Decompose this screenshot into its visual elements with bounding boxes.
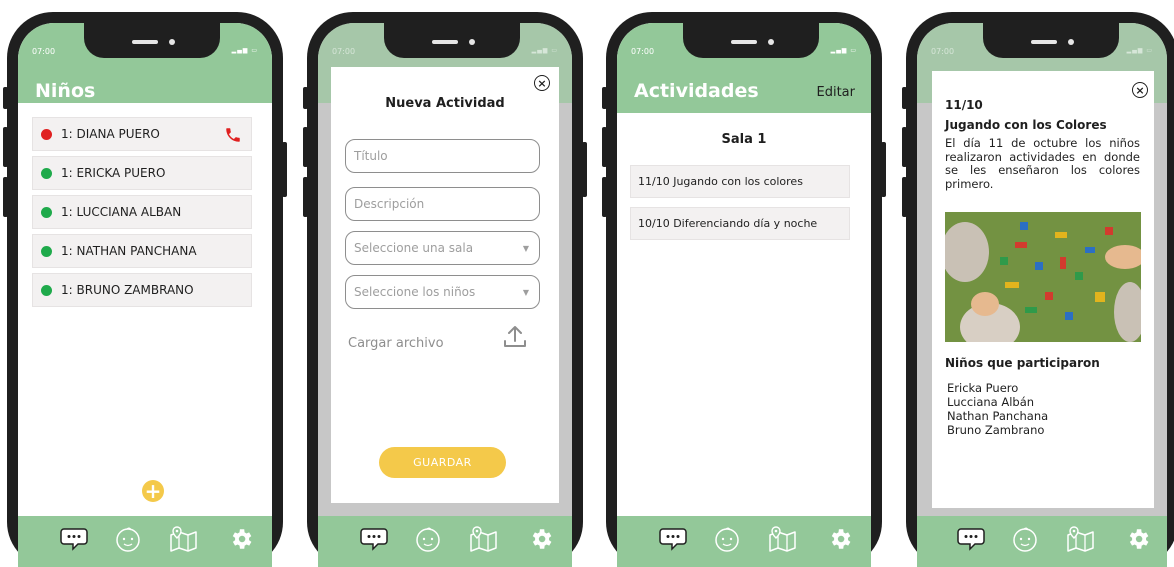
status-dot-green-icon xyxy=(41,206,52,218)
list-item-child[interactable]: 1: BRUNO ZAMBRANO xyxy=(32,273,252,307)
map-icon[interactable] xyxy=(469,524,499,554)
baby-face-icon[interactable] xyxy=(1010,524,1040,554)
add-child-button[interactable]: + xyxy=(142,480,164,502)
activity-title: Jugando con los Colores xyxy=(945,118,1107,132)
upload-icon[interactable] xyxy=(502,324,528,354)
participant-item: Ericka Puero xyxy=(947,381,1019,395)
status-time: 07:00 xyxy=(931,47,955,56)
activity-detail-card: × 11/10 Jugando con los Colores El día 1… xyxy=(932,71,1154,508)
chat-icon[interactable] xyxy=(359,524,389,554)
child-name: 1: DIANA PUERO xyxy=(61,127,160,141)
children-select-value: Seleccione los niños xyxy=(354,285,476,299)
bottom-tab-bar xyxy=(18,516,272,567)
caret-down-icon: ▼ xyxy=(522,288,529,297)
activity-date: 11/10 xyxy=(945,98,983,112)
participants-list: Ericka Puero Lucciana Albán Nathan Panch… xyxy=(947,381,1048,437)
chat-icon[interactable] xyxy=(956,524,986,554)
notch xyxy=(384,23,520,58)
participants-title: Niños que participaron xyxy=(945,356,1100,370)
child-name: 1: ERICKA PUERO xyxy=(61,166,166,180)
child-name: 1: NATHAN PANCHANA xyxy=(61,244,197,258)
bottom-tab-bar xyxy=(617,516,871,567)
signal-battery-icon: ▂▄▆ ▭ xyxy=(1126,47,1153,54)
children-select[interactable]: Seleccione los niños ▼ xyxy=(345,275,540,309)
edit-button[interactable]: Editar xyxy=(817,85,856,100)
list-item-activity[interactable]: 11/10 Jugando con los colores xyxy=(630,165,850,198)
notch xyxy=(84,23,220,58)
participant-item: Bruno Zambrano xyxy=(947,423,1045,438)
status-dot-red-icon xyxy=(41,128,52,140)
screen-ninos: 07:00 ▂▄▆ ▭ Niños 1: DIANA PUERO 1: ERIC… xyxy=(18,23,272,567)
phone-ninos: 07:00 ▂▄▆ ▭ Niños 1: DIANA PUERO 1: ERIC… xyxy=(3,12,287,567)
list-item-child[interactable]: 1: DIANA PUERO xyxy=(32,117,252,151)
close-icon[interactable]: × xyxy=(1132,82,1148,98)
page-title: Niños xyxy=(35,80,96,102)
close-icon[interactable]: × xyxy=(534,75,550,91)
signal-battery-icon: ▂▄▆ ▭ xyxy=(231,47,258,54)
screen-nueva-actividad: 07:00 ▂▄▆ ▭ × Nueva Actividad Título Des… xyxy=(318,23,572,567)
phone-actividades: 07:00 ▂▄▆ ▭ Actividades Editar Sala 1 11… xyxy=(602,12,886,567)
list-item-child[interactable]: 1: ERICKA PUERO xyxy=(32,156,252,190)
activity-photo xyxy=(945,212,1141,342)
list-item-activity[interactable]: 10/10 Diferenciando día y noche xyxy=(630,207,850,240)
phone-detalle-actividad: 07:00 ▂▄▆ ▭ × 11/10 Jugando con los Colo… xyxy=(902,12,1174,567)
upload-label: Cargar archivo xyxy=(348,336,444,351)
screen-detalle-actividad: 07:00 ▂▄▆ ▭ × 11/10 Jugando con los Colo… xyxy=(917,23,1167,567)
child-name: 1: LUCCIANA ALBAN xyxy=(61,205,182,219)
signal-battery-icon: ▂▄▆ ▭ xyxy=(531,47,558,54)
status-dot-green-icon xyxy=(41,284,52,296)
gear-icon[interactable] xyxy=(825,524,855,554)
status-dot-green-icon xyxy=(41,245,52,257)
bottom-tab-bar xyxy=(318,516,572,567)
participant-item: Nathan Panchana xyxy=(947,409,1049,424)
gear-icon[interactable] xyxy=(526,524,556,554)
chat-icon[interactable] xyxy=(658,524,688,554)
child-name: 1: BRUNO ZAMBRANO xyxy=(61,283,194,297)
notch xyxy=(683,23,819,58)
bottom-tab-bar xyxy=(917,516,1167,567)
phone-nueva-actividad: 07:00 ▂▄▆ ▭ × Nueva Actividad Título Des… xyxy=(303,12,587,567)
status-time: 07:00 xyxy=(332,47,356,56)
status-dot-green-icon xyxy=(41,167,52,179)
map-icon[interactable] xyxy=(768,524,798,554)
gear-icon[interactable] xyxy=(226,524,256,554)
gear-icon[interactable] xyxy=(1123,524,1153,554)
save-button[interactable]: GUARDAR xyxy=(379,447,506,478)
room-select[interactable]: Seleccione una sala ▼ xyxy=(345,231,540,265)
baby-face-icon[interactable] xyxy=(113,524,143,554)
page-title: Actividades xyxy=(634,80,759,102)
signal-battery-icon: ▂▄▆ ▭ xyxy=(830,47,857,54)
baby-face-icon[interactable] xyxy=(712,524,742,554)
map-icon[interactable] xyxy=(169,524,199,554)
map-icon[interactable] xyxy=(1066,524,1096,554)
status-time: 07:00 xyxy=(631,47,655,56)
modal-title: Nueva Actividad xyxy=(385,96,505,111)
chat-icon[interactable] xyxy=(59,524,89,554)
status-time: 07:00 xyxy=(32,47,56,56)
description-input[interactable]: Descripción xyxy=(345,187,540,221)
participant-item: Lucciana Albán xyxy=(947,395,1035,410)
baby-face-icon[interactable] xyxy=(413,524,443,554)
list-item-child[interactable]: 1: LUCCIANA ALBAN xyxy=(32,195,252,229)
activity-description: El día 11 de octubre los niños realizaro… xyxy=(945,136,1140,191)
new-activity-modal: × Nueva Actividad Título Descripción Sel… xyxy=(331,67,559,503)
room-title: Sala 1 xyxy=(721,132,767,147)
notch xyxy=(983,23,1119,58)
list-item-child[interactable]: 1: NATHAN PANCHANA xyxy=(32,234,252,268)
title-input[interactable]: Título xyxy=(345,139,540,173)
screen-actividades: 07:00 ▂▄▆ ▭ Actividades Editar Sala 1 11… xyxy=(617,23,871,567)
room-select-value: Seleccione una sala xyxy=(354,241,474,255)
phone-call-icon[interactable] xyxy=(224,126,242,147)
caret-down-icon: ▼ xyxy=(522,244,529,253)
